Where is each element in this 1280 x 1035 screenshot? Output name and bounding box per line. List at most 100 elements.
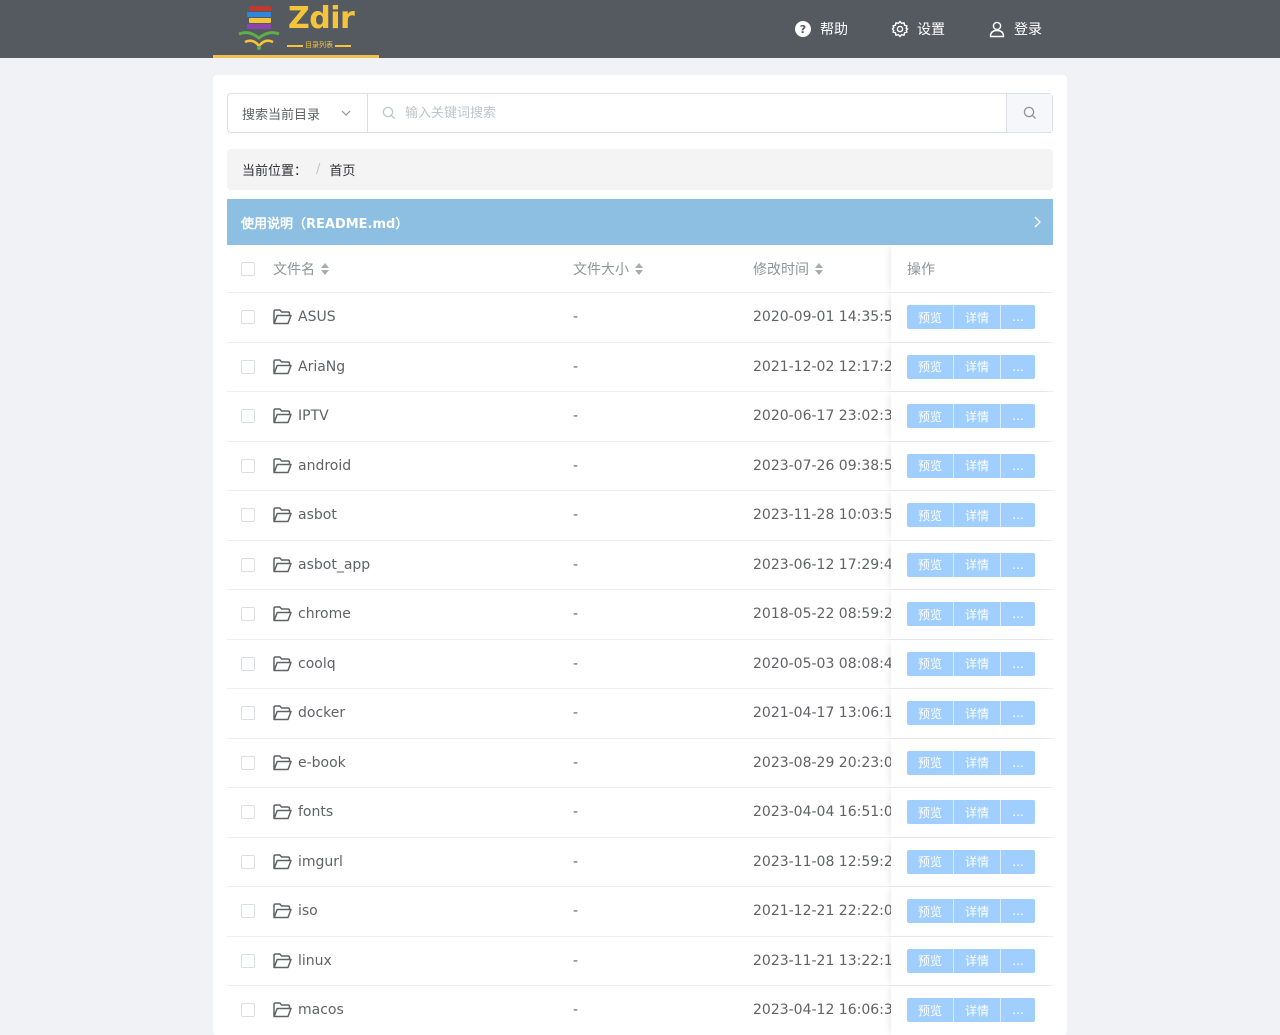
- file-name-link[interactable]: AriaNg: [298, 359, 345, 375]
- more-button[interactable]: ...: [1001, 404, 1035, 429]
- detail-button[interactable]: 详情: [954, 899, 1001, 924]
- row-checkbox[interactable]: [241, 805, 255, 820]
- row-checkbox[interactable]: [241, 359, 255, 374]
- preview-button[interactable]: 预览: [907, 701, 954, 726]
- more-button[interactable]: ...: [1001, 602, 1035, 627]
- preview-button[interactable]: 预览: [907, 948, 954, 973]
- file-name-link[interactable]: asbot: [298, 507, 337, 523]
- row-checkbox[interactable]: [241, 508, 255, 523]
- breadcrumb-home[interactable]: 首页: [329, 160, 355, 179]
- detail-button[interactable]: 详情: [954, 750, 1001, 775]
- table-row[interactable]: asbot - 2023-11-28 10:03:5 预览 详情...: [227, 491, 1053, 541]
- header-name-cell[interactable]: 文件名: [273, 245, 573, 292]
- table-row[interactable]: coolq - 2020-05-03 08:08:4 预览 详情...: [227, 639, 1053, 689]
- file-name-link[interactable]: linux: [298, 953, 332, 969]
- file-name-link[interactable]: asbot_app: [298, 557, 370, 573]
- detail-button[interactable]: 详情: [954, 849, 1001, 874]
- nav-help[interactable]: ? 帮助: [794, 0, 848, 58]
- file-name-link[interactable]: android: [298, 458, 351, 474]
- table-row[interactable]: docker - 2021-04-17 13:06:1 预览 详情...: [227, 689, 1053, 739]
- more-button[interactable]: ...: [1001, 453, 1035, 478]
- table-row[interactable]: chrome - 2018-05-22 08:59:2 预览 详情...: [227, 590, 1053, 640]
- preview-button[interactable]: 预览: [907, 552, 954, 577]
- row-checkbox[interactable]: [241, 904, 255, 919]
- detail-button[interactable]: 详情: [954, 305, 1001, 330]
- row-checkbox[interactable]: [241, 458, 255, 473]
- detail-button[interactable]: 详情: [954, 552, 1001, 577]
- more-button[interactable]: ...: [1001, 750, 1035, 775]
- more-button[interactable]: ...: [1001, 849, 1035, 874]
- preview-button[interactable]: 预览: [907, 849, 954, 874]
- preview-button[interactable]: 预览: [907, 453, 954, 478]
- more-button[interactable]: ...: [1001, 998, 1035, 1023]
- more-button[interactable]: ...: [1001, 948, 1035, 973]
- row-checkbox[interactable]: [241, 755, 255, 770]
- logo[interactable]: Zdir 目录列表: [213, 0, 379, 58]
- header-size-cell[interactable]: 文件大小: [573, 245, 753, 292]
- preview-button[interactable]: 预览: [907, 404, 954, 429]
- preview-button[interactable]: 预览: [907, 503, 954, 528]
- readme-collapse[interactable]: 使用说明（README.md）: [227, 199, 1053, 245]
- more-button[interactable]: ...: [1001, 651, 1035, 676]
- search-input[interactable]: [369, 94, 1007, 132]
- detail-button[interactable]: 详情: [954, 998, 1001, 1023]
- file-name-link[interactable]: imgurl: [298, 854, 343, 870]
- more-button[interactable]: ...: [1001, 800, 1035, 825]
- table-row[interactable]: imgurl - 2023-11-08 12:59:2 预览 详情...: [227, 837, 1053, 887]
- file-name-link[interactable]: e-book: [298, 755, 346, 771]
- table-row[interactable]: IPTV - 2020-06-17 23:02:3 预览 详情...: [227, 392, 1053, 442]
- preview-button[interactable]: 预览: [907, 354, 954, 379]
- search-scope-select[interactable]: 搜索当前目录: [228, 94, 368, 132]
- sort-time-icon[interactable]: [815, 262, 823, 275]
- table-row[interactable]: ASUS - 2020-09-01 14:35:5 预览 详情...: [227, 293, 1053, 343]
- preview-button[interactable]: 预览: [907, 899, 954, 924]
- preview-button[interactable]: 预览: [907, 998, 954, 1023]
- more-button[interactable]: ...: [1001, 701, 1035, 726]
- search-button[interactable]: [1006, 94, 1052, 132]
- table-row[interactable]: iso - 2021-12-21 22:22:0 预览 详情...: [227, 887, 1053, 937]
- select-all-checkbox[interactable]: [241, 261, 255, 276]
- row-checkbox[interactable]: [241, 706, 255, 721]
- row-checkbox[interactable]: [241, 953, 255, 968]
- row-checkbox[interactable]: [241, 557, 255, 572]
- table-row[interactable]: macos - 2023-04-12 16:06:3 预览 详情...: [227, 986, 1053, 1035]
- table-row[interactable]: android - 2023-07-26 09:38:5 预览 详情...: [227, 441, 1053, 491]
- more-button[interactable]: ...: [1001, 354, 1035, 379]
- file-name-link[interactable]: iso: [298, 903, 318, 919]
- preview-button[interactable]: 预览: [907, 651, 954, 676]
- file-name-link[interactable]: fonts: [298, 804, 333, 820]
- header-time-cell[interactable]: 修改时间: [753, 245, 891, 292]
- detail-button[interactable]: 详情: [954, 354, 1001, 379]
- row-checkbox[interactable]: [241, 656, 255, 671]
- more-button[interactable]: ...: [1001, 305, 1035, 330]
- detail-button[interactable]: 详情: [954, 404, 1001, 429]
- row-checkbox[interactable]: [241, 854, 255, 869]
- file-name-link[interactable]: coolq: [298, 656, 336, 672]
- file-name-link[interactable]: docker: [298, 705, 345, 721]
- row-checkbox[interactable]: [241, 607, 255, 622]
- row-checkbox[interactable]: [241, 310, 255, 325]
- row-checkbox[interactable]: [241, 1003, 255, 1018]
- preview-button[interactable]: 预览: [907, 305, 954, 330]
- table-row[interactable]: AriaNg - 2021-12-02 12:17:2 预览 详情...: [227, 342, 1053, 392]
- detail-button[interactable]: 详情: [954, 453, 1001, 478]
- detail-button[interactable]: 详情: [954, 948, 1001, 973]
- row-checkbox[interactable]: [241, 409, 255, 424]
- sort-name-icon[interactable]: [321, 262, 329, 275]
- file-name-link[interactable]: macos: [298, 1002, 344, 1018]
- preview-button[interactable]: 预览: [907, 602, 954, 627]
- preview-button[interactable]: 预览: [907, 750, 954, 775]
- detail-button[interactable]: 详情: [954, 800, 1001, 825]
- file-name-link[interactable]: chrome: [298, 606, 351, 622]
- table-row[interactable]: e-book - 2023-08-29 20:23:0 预览 详情...: [227, 738, 1053, 788]
- detail-button[interactable]: 详情: [954, 651, 1001, 676]
- nav-login[interactable]: 登录: [988, 0, 1042, 58]
- nav-settings[interactable]: 设置: [891, 0, 945, 58]
- file-name-link[interactable]: ASUS: [298, 309, 336, 325]
- detail-button[interactable]: 详情: [954, 701, 1001, 726]
- more-button[interactable]: ...: [1001, 552, 1035, 577]
- table-row[interactable]: asbot_app - 2023-06-12 17:29:4 预览 详情...: [227, 540, 1053, 590]
- sort-size-icon[interactable]: [635, 262, 643, 275]
- table-row[interactable]: fonts - 2023-04-04 16:51:0 预览 详情...: [227, 788, 1053, 838]
- table-row[interactable]: linux - 2023-11-21 13:22:1 预览 详情...: [227, 936, 1053, 986]
